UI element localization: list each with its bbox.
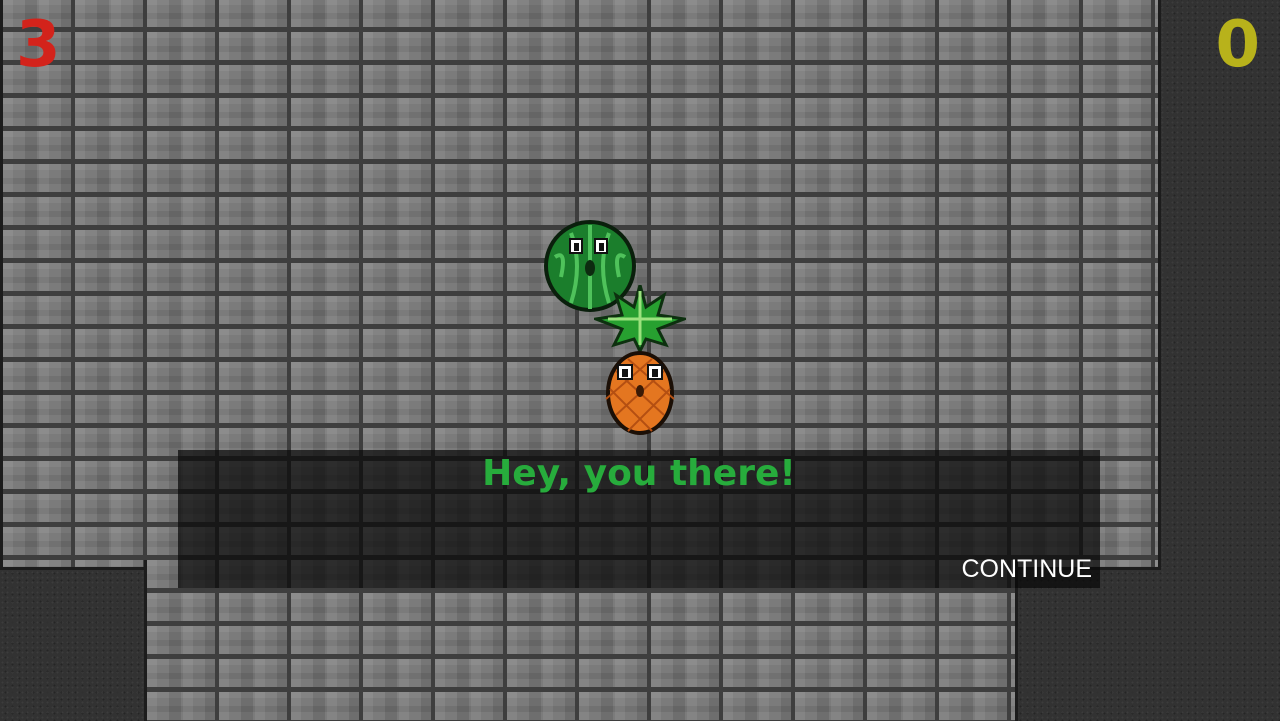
coin-counter: 0: [1215, 8, 1260, 82]
game-stage: 3 0 Hey, you there! CONTINUE: [0, 0, 1280, 721]
lives-counter: 3: [16, 8, 61, 82]
pineapple-character: [594, 285, 686, 435]
dialog-text: Hey, you there!: [482, 453, 796, 494]
continue-button[interactable]: CONTINUE: [961, 554, 1092, 584]
dialog-box: Hey, you there! CONTINUE: [178, 450, 1100, 588]
